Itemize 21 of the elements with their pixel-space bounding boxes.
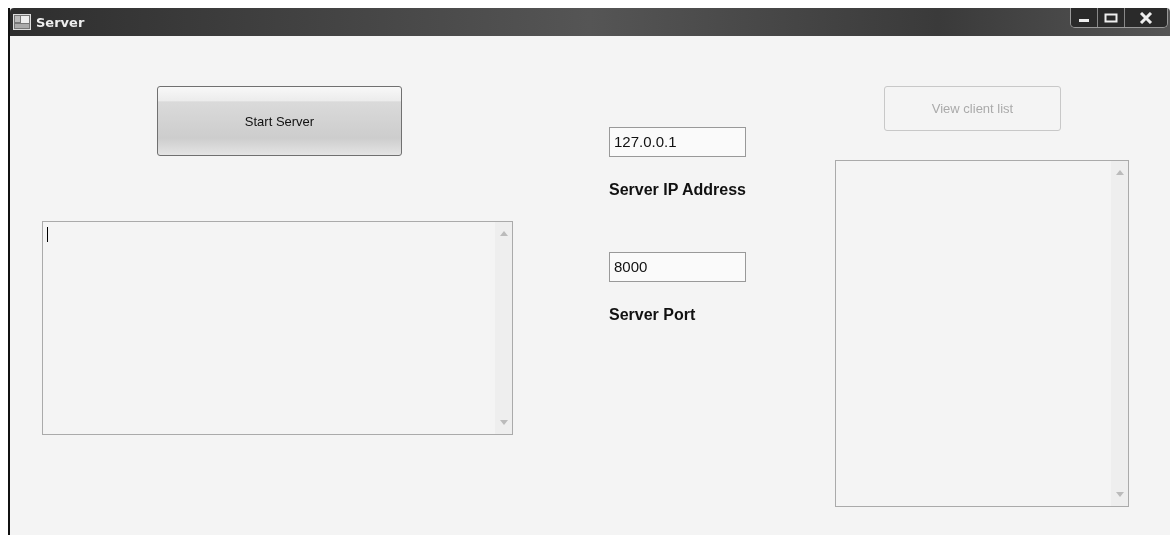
- scrollbar[interactable]: [495, 222, 512, 434]
- minimize-icon: [1079, 19, 1089, 22]
- app-icon: [13, 14, 31, 30]
- scrollbar[interactable]: [1111, 161, 1128, 506]
- client-list-box[interactable]: [835, 160, 1129, 507]
- port-label: Server Port: [609, 306, 697, 324]
- close-button[interactable]: [1125, 8, 1167, 27]
- log-text-area[interactable]: [42, 221, 513, 435]
- maximize-button[interactable]: [1098, 8, 1125, 27]
- port-field[interactable]: 8000: [609, 252, 746, 282]
- scroll-up-icon: [499, 231, 508, 236]
- close-icon: [1139, 11, 1153, 24]
- start-server-button[interactable]: Start Server: [157, 86, 402, 156]
- minimize-button[interactable]: [1071, 8, 1098, 27]
- ip-address-field[interactable]: 127.0.0.1: [609, 127, 746, 157]
- ip-address-label: Server IP Address: [609, 181, 747, 199]
- maximize-icon: [1104, 12, 1118, 23]
- window-title: Server: [36, 14, 85, 30]
- scroll-up-icon: [1115, 170, 1124, 175]
- scroll-down-icon: [1115, 492, 1124, 497]
- scroll-down-icon: [499, 420, 508, 425]
